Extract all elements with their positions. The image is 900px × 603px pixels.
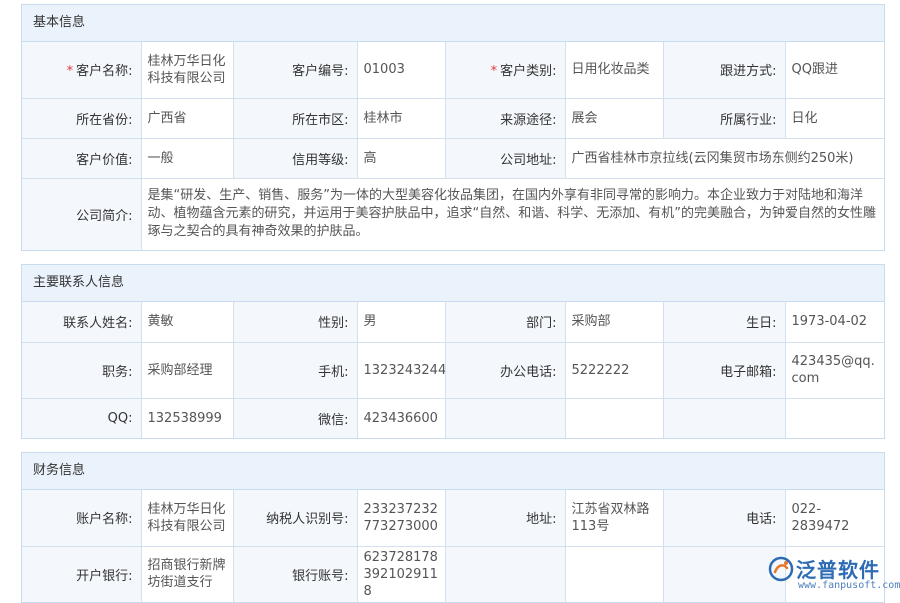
wechat-value: 423436600 xyxy=(357,398,445,438)
source-label: 来源途径: xyxy=(445,98,565,138)
table-row: 联系人姓名: 黄敏 性别: 男 部门: 采购部 生日: 1973-04-02 xyxy=(22,302,884,342)
table-row: *客户名称: 桂林万华日化科技有限公司 客户编号: 01003 *客户类别: 日… xyxy=(22,42,884,98)
office-phone-label: 办公电话: xyxy=(445,342,565,398)
source-value: 展会 xyxy=(565,98,663,138)
email-label: 电子邮箱: xyxy=(663,342,785,398)
city-value: 桂林市 xyxy=(357,98,445,138)
gender-value: 男 xyxy=(357,302,445,342)
industry-label: 所属行业: xyxy=(663,98,785,138)
mobile-label: 手机: xyxy=(233,342,357,398)
finance-address-label: 地址: xyxy=(445,490,565,546)
department-value: 采购部 xyxy=(565,302,663,342)
bank-value: 招商银行新牌坊街道支行 xyxy=(141,546,233,602)
empty-value xyxy=(565,546,663,602)
customer-name-label: *客户名称: xyxy=(22,42,141,98)
finance-info-table: 账户名称: 桂林万华日化科技有限公司 纳税人识别号: 2332372327732… xyxy=(22,490,884,602)
company-intro-label: 公司简介: xyxy=(22,178,141,250)
basic-info-table: *客户名称: 桂林万华日化科技有限公司 客户编号: 01003 *客户类别: 日… xyxy=(22,42,884,250)
account-name-label: 账户名称: xyxy=(22,490,141,546)
bank-account-label: 银行账号: xyxy=(233,546,357,602)
qq-value: 132538999 xyxy=(141,398,233,438)
wechat-label: 微信: xyxy=(233,398,357,438)
contact-info-table: 联系人姓名: 黄敏 性别: 男 部门: 采购部 生日: 1973-04-02 职… xyxy=(22,302,884,438)
customer-type-value: 日用化妆品类 xyxy=(565,42,663,98)
account-name-value: 桂林万华日化科技有限公司 xyxy=(141,490,233,546)
basic-info-panel: 基本信息 *客户名称: 桂林万华日化科技有限公司 客户编号: 01003 *客户… xyxy=(21,4,885,251)
birthday-label: 生日: xyxy=(663,302,785,342)
email-value: 423435@qq.com xyxy=(785,342,884,398)
city-label: 所在市区: xyxy=(233,98,357,138)
tax-id-value: 233237232773273000 xyxy=(357,490,445,546)
contact-name-value: 黄敏 xyxy=(141,302,233,342)
company-intro-value: 是集“研发、生产、销售、服务”为一体的大型美容化妆品集团，在国内外享有非同寻常的… xyxy=(141,178,884,250)
follow-method-value: QQ跟进 xyxy=(785,42,884,98)
office-phone-value: 5222222 xyxy=(565,342,663,398)
customer-no-value: 01003 xyxy=(357,42,445,98)
empty-value xyxy=(565,398,663,438)
table-row: QQ: 132538999 微信: 423436600 xyxy=(22,398,884,438)
bank-label: 开户银行: xyxy=(22,546,141,602)
finance-info-panel: 财务信息 账户名称: 桂林万华日化科技有限公司 纳税人识别号: 23323723… xyxy=(21,452,885,603)
province-value: 广西省 xyxy=(141,98,233,138)
bank-account-value: 6237281783921029118 xyxy=(357,546,445,602)
empty-label xyxy=(663,398,785,438)
empty-label xyxy=(445,398,565,438)
customer-type-label: *客户类别: xyxy=(445,42,565,98)
empty-label xyxy=(445,546,565,602)
finance-address-value: 江苏省双林路113号 xyxy=(565,490,663,546)
province-label: 所在省份: xyxy=(22,98,141,138)
fanpu-logo-icon xyxy=(768,556,794,582)
tax-id-label: 纳税人识别号: xyxy=(233,490,357,546)
finance-info-title: 财务信息 xyxy=(22,453,884,490)
fanpu-url-text: www.fanpusoft.com xyxy=(798,580,900,591)
fanpu-watermark: 泛普软件 www.fanpusoft.com xyxy=(768,552,894,596)
customer-name-value: 桂林万华日化科技有限公司 xyxy=(141,42,233,98)
fanpu-brand-text: 泛普软件 xyxy=(796,554,880,583)
contact-name-label: 联系人姓名: xyxy=(22,302,141,342)
contact-info-title: 主要联系人信息 xyxy=(22,265,884,302)
qq-label: QQ: xyxy=(22,398,141,438)
table-row: 职务: 采购部经理 手机: 1323243244 办公电话: 5222222 电… xyxy=(22,342,884,398)
table-row: 所在省份: 广西省 所在市区: 桂林市 来源途径: 展会 所属行业: 日化 xyxy=(22,98,884,138)
finance-phone-label: 电话: xyxy=(663,490,785,546)
company-address-value: 广西省桂林市京拉线(云冈集贸市场东侧约250米) xyxy=(565,138,884,178)
mobile-value: 1323243244 xyxy=(357,342,445,398)
table-row: 账户名称: 桂林万华日化科技有限公司 纳税人识别号: 2332372327732… xyxy=(22,490,884,546)
department-label: 部门: xyxy=(445,302,565,342)
table-row: 开户银行: 招商银行新牌坊街道支行 银行账号: 6237281783921029… xyxy=(22,546,884,602)
finance-phone-value: 022-2839472 xyxy=(785,490,884,546)
empty-value xyxy=(785,398,884,438)
table-row: 公司简介: 是集“研发、生产、销售、服务”为一体的大型美容化妆品集团，在国内外享… xyxy=(22,178,884,250)
industry-value: 日化 xyxy=(785,98,884,138)
credit-level-value: 高 xyxy=(357,138,445,178)
table-row: 客户价值: 一般 信用等级: 高 公司地址: 广西省桂林市京拉线(云冈集贸市场东… xyxy=(22,138,884,178)
required-star: * xyxy=(491,64,498,79)
customer-value-label: 客户价值: xyxy=(22,138,141,178)
gender-label: 性别: xyxy=(233,302,357,342)
required-star: * xyxy=(67,64,74,79)
empty-label xyxy=(663,546,785,602)
contact-info-panel: 主要联系人信息 联系人姓名: 黄敏 性别: 男 部门: 采购部 生日: 1973… xyxy=(21,264,885,439)
customer-value-value: 一般 xyxy=(141,138,233,178)
birthday-value: 1973-04-02 xyxy=(785,302,884,342)
credit-level-label: 信用等级: xyxy=(233,138,357,178)
position-value: 采购部经理 xyxy=(141,342,233,398)
follow-method-label: 跟进方式: xyxy=(663,42,785,98)
company-address-label: 公司地址: xyxy=(445,138,565,178)
basic-info-title: 基本信息 xyxy=(22,5,884,42)
customer-no-label: 客户编号: xyxy=(233,42,357,98)
position-label: 职务: xyxy=(22,342,141,398)
